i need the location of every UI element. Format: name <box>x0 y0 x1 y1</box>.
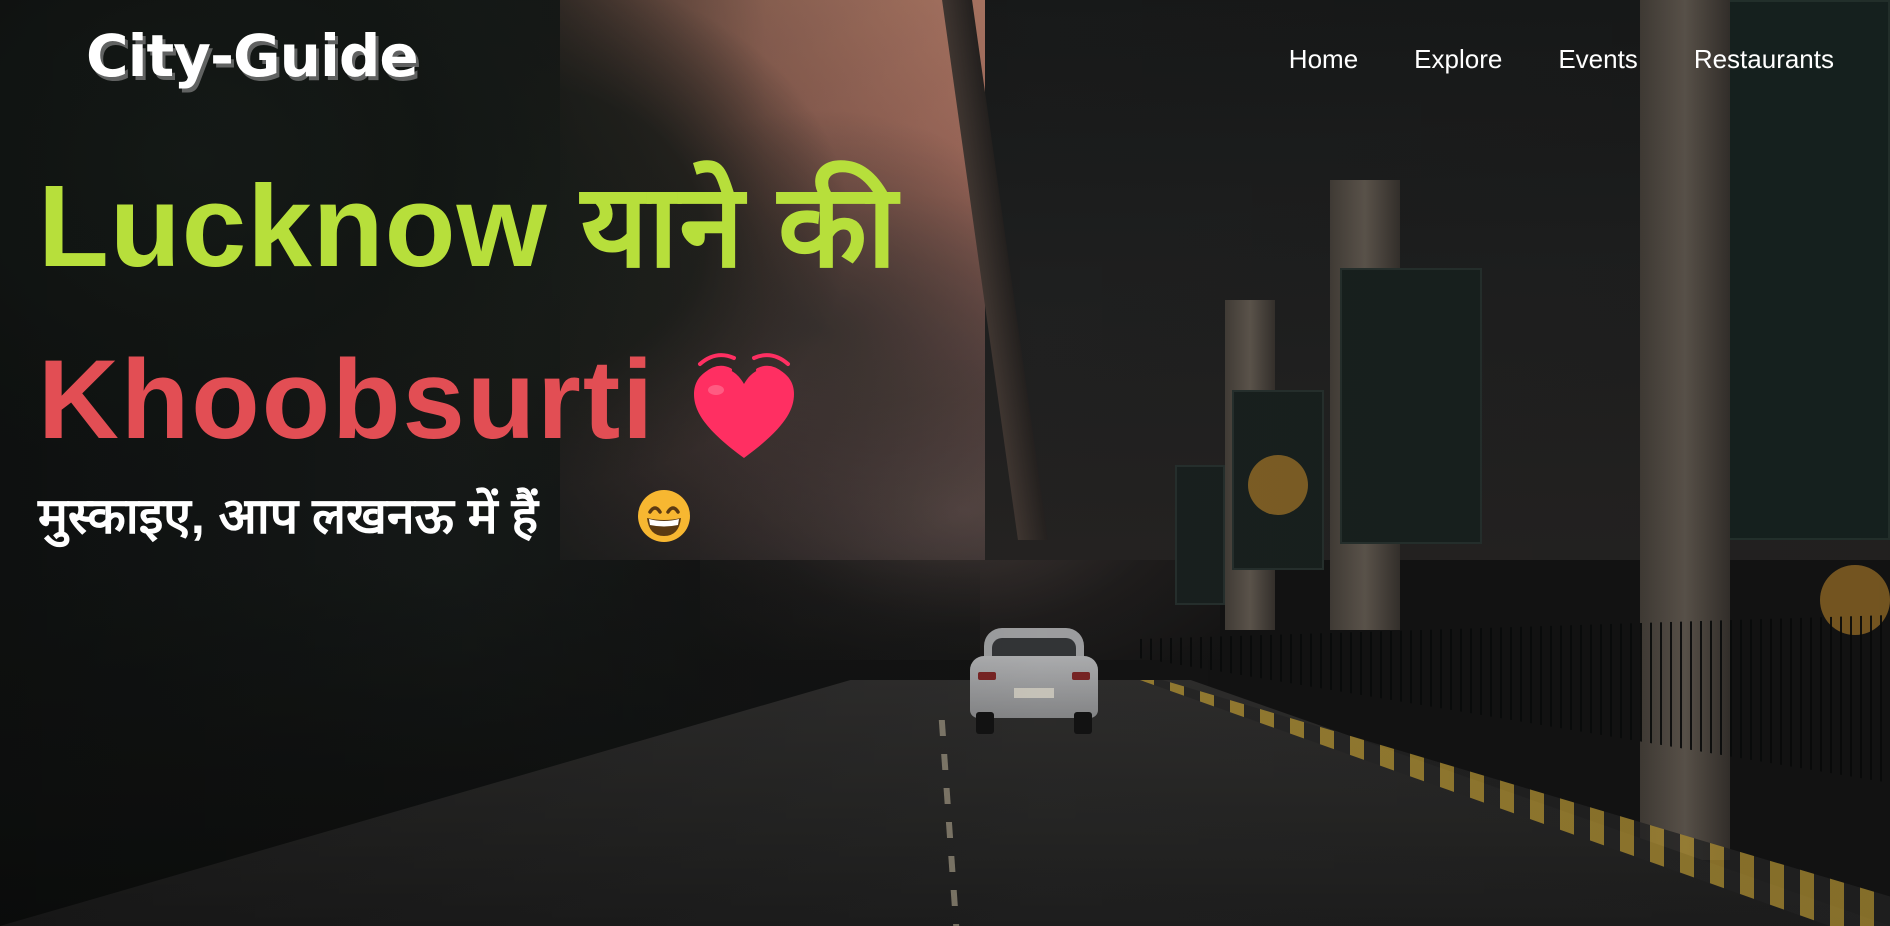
dark-overlay <box>0 0 1890 926</box>
hero-headline-line2: Khoobsurti <box>38 337 656 462</box>
main-nav: Home Explore Events Restaurants <box>1289 44 1834 75</box>
grinning-face-icon <box>636 488 692 544</box>
site-logo[interactable]: City-Guide <box>86 22 419 90</box>
nav-link-restaurants[interactable]: Restaurants <box>1694 44 1834 75</box>
hero-headline-line1: Lucknow याने की <box>38 161 898 291</box>
hero-background-image <box>0 0 1890 926</box>
hero-section: City-Guide Home Explore Events Restauran… <box>0 0 1890 926</box>
nav-link-events[interactable]: Events <box>1558 44 1638 75</box>
nav-link-home[interactable]: Home <box>1289 44 1358 75</box>
nav-link-explore[interactable]: Explore <box>1414 44 1502 75</box>
beating-heart-icon <box>686 346 802 464</box>
hero-subtitle: मुस्काइए, आप लखनऊ में हैं <box>38 488 539 544</box>
